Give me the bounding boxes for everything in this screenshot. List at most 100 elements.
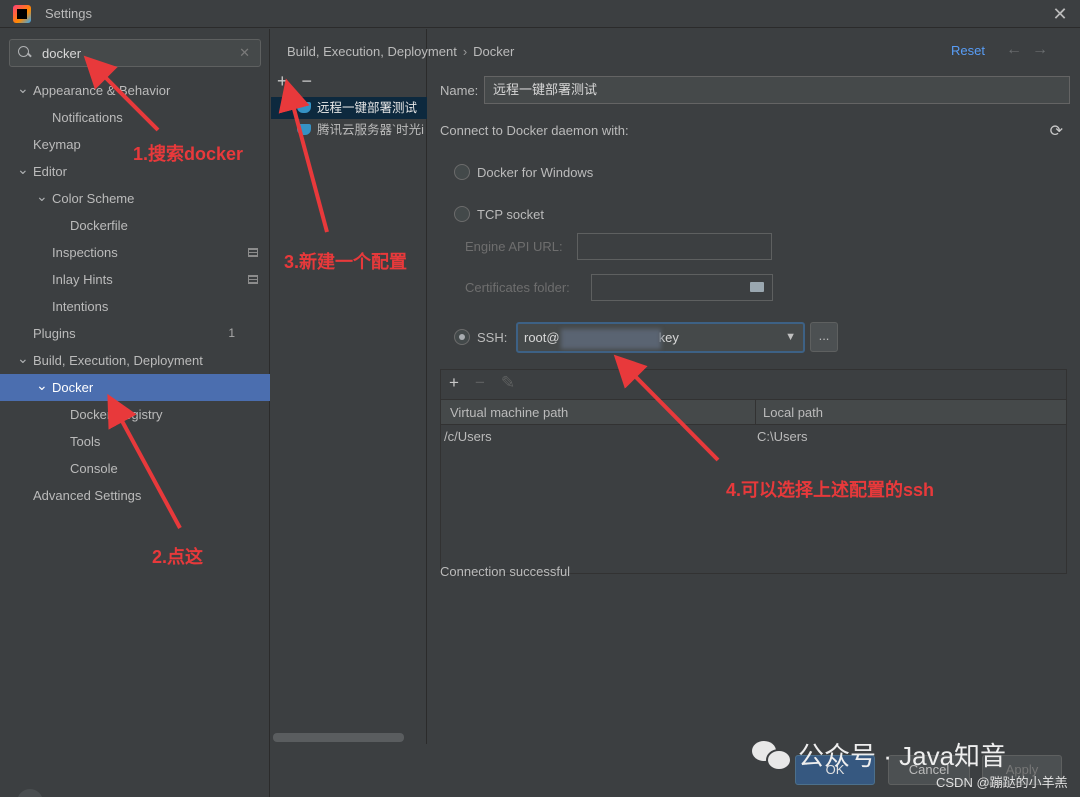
tree-item-build-execution-deployment[interactable]: ⌄ Build, Execution, Deployment (0, 347, 270, 374)
certificates-folder-label: Certificates folder: (465, 280, 570, 295)
tree-item-console[interactable]: Console (0, 455, 270, 482)
search-icon (18, 46, 32, 60)
wechat-watermark: 公众号 · Java知音 (752, 736, 1006, 773)
docker-settings-form: Build, Execution, Deployment › Docker Rese… (287, 29, 1080, 797)
table-cell-vm-path[interactable]: /c/Users (444, 429, 492, 444)
tree-item-label: Appearance & Behavior (33, 83, 171, 98)
chevron-down-icon[interactable]: ⌄ (36, 374, 48, 396)
horizontal-scrollbar[interactable] (273, 733, 404, 742)
breadcrumb-current: Docker (473, 44, 515, 59)
docker-config-label: 腾讯云服务器`时光i (317, 123, 424, 137)
remove-config-icon[interactable]: − (302, 71, 313, 91)
tree-item-tools[interactable]: Tools (0, 428, 270, 455)
ssh-value-suffix: key (658, 330, 679, 345)
ssh-browse-button[interactable]: ... (810, 322, 838, 352)
mappings-toolbar: + − ✎ (449, 373, 515, 393)
csdn-watermark: CSDN @蹦跶的小羊羔 (936, 775, 1068, 790)
back-arrow-icon[interactable]: ← (1006, 41, 1032, 58)
certificates-folder-field[interactable] (591, 274, 773, 301)
annotation-2: 2.点这 (152, 547, 204, 567)
radio-ssh[interactable] (454, 329, 470, 345)
tcp-socket-label: TCP socket (477, 207, 544, 222)
tree-item-label: Intentions (52, 299, 109, 314)
tree-item-label: Editor (33, 164, 67, 179)
connection-status: Connection successful (440, 564, 571, 579)
tree-item-label: Notifications (52, 110, 123, 125)
breadcrumb-separator: › (462, 44, 468, 59)
tree-item-label: Docker (52, 380, 94, 395)
tree-item-appearance-behavior[interactable]: ⌄ Appearance & Behavior (0, 77, 270, 104)
chevron-down-icon[interactable]: ⌄ (17, 347, 29, 369)
reset-link[interactable]: Reset (951, 43, 985, 58)
chevron-down-icon[interactable]: ⌄ (17, 77, 29, 99)
docker-config-panel: + − 远程一键部署测试 腾讯云服务器`时光i (271, 29, 427, 744)
search-input[interactable]: docker ✕ (9, 39, 261, 67)
help-icon[interactable]: ? (17, 789, 43, 797)
docker-for-windows-label: Docker for Windows (477, 165, 594, 180)
tree-item-label: Keymap (33, 137, 81, 152)
chevron-down-icon[interactable]: ▼ (785, 324, 796, 351)
docker-config-item[interactable]: 腾讯云服务器`时光i (271, 119, 427, 141)
tree-item-docker[interactable]: ⌄ Docker (0, 374, 270, 401)
tree-item-dockerfile[interactable]: Dockerfile (0, 212, 270, 239)
tree-item-label: Build, Execution, Deployment (33, 353, 203, 368)
tree-item-intentions[interactable]: Intentions (0, 293, 270, 320)
add-config-icon[interactable]: + (277, 71, 288, 91)
table-header: Virtual machine path Local path (441, 399, 1066, 425)
refresh-icon[interactable]: ⟳ (1050, 121, 1063, 141)
title-bar: Settings ✕ (0, 0, 1080, 28)
close-icon[interactable]: ✕ (1048, 2, 1072, 26)
tree-item-label: Tools (70, 434, 101, 449)
column-header-local-path[interactable]: Local path (763, 400, 823, 425)
tree-item-label: Color Scheme (52, 191, 135, 206)
tree-item-docker-registry[interactable]: Docker Registry (0, 401, 270, 428)
nav-arrows: ←→ (1006, 41, 1058, 59)
docker-config-item[interactable]: 远程一键部署测试 (271, 97, 427, 119)
column-header-vm-path[interactable]: Virtual machine path (450, 400, 568, 425)
engine-api-url-field[interactable] (577, 233, 772, 260)
tree-item-plugins[interactable]: Plugins 1 (0, 320, 270, 347)
docker-config-label: 远程一键部署测试 (317, 101, 418, 115)
window-title: Settings (45, 6, 92, 21)
breadcrumb-parent: Build, Execution, Deployment (287, 44, 457, 59)
project-scope-icon (248, 248, 258, 257)
table-cell-local-path[interactable]: C:\Users (757, 429, 808, 444)
tree-item-inspections[interactable]: Inspections (0, 239, 270, 266)
tree-item-notifications[interactable]: Notifications (0, 104, 270, 131)
ssh-value-prefix: root@ (524, 330, 560, 345)
connect-label: Connect to Docker daemon with: (440, 123, 629, 138)
column-divider (755, 400, 756, 425)
annotation-4: 4.可以选择上述配置的ssh (726, 480, 935, 500)
annotation-3: 3.新建一个配置 (284, 252, 408, 272)
path-mappings-table: + − ✎ Virtual machine path Local path /c… (440, 369, 1067, 574)
tree-item-label: Console (70, 461, 118, 476)
docker-icon (297, 124, 311, 135)
name-field[interactable]: 远程一键部署测试 (484, 76, 1070, 104)
docker-icon (297, 102, 311, 113)
tree-item-label: Inlay Hints (52, 272, 113, 287)
search-value[interactable]: docker (42, 46, 81, 61)
wechat-icon (752, 740, 792, 771)
tree-item-inlay-hints[interactable]: Inlay Hints (0, 266, 270, 293)
radio-tcp-socket[interactable] (454, 206, 470, 222)
clear-search-icon[interactable]: ✕ (239, 45, 250, 61)
folder-icon[interactable] (750, 282, 764, 292)
add-mapping-icon[interactable]: + (449, 373, 459, 393)
config-list: 远程一键部署测试 腾讯云服务器`时光i (271, 97, 427, 141)
engine-api-url-label: Engine API URL: (465, 239, 563, 254)
ssh-label: SSH: (477, 330, 508, 345)
annotation-1: 1.搜索docker (133, 144, 244, 164)
tree-item-label: Dockerfile (70, 218, 128, 233)
redacted-host (560, 328, 661, 349)
ssh-config-select[interactable]: root@ key ▼ (516, 322, 805, 353)
forward-arrow-icon[interactable]: → (1032, 41, 1058, 58)
chevron-down-icon[interactable]: ⌄ (17, 158, 29, 180)
radio-docker-for-windows[interactable] (454, 164, 470, 180)
tree-item-label: Inspections (52, 245, 118, 260)
tree-item-advanced-settings[interactable]: Advanced Settings (0, 482, 270, 509)
chevron-down-icon[interactable]: ⌄ (36, 185, 48, 207)
watermark-text: 公众号 · Java知音 (798, 741, 1007, 771)
breadcrumb: Build, Execution, Deployment › Docker (287, 44, 514, 59)
remove-mapping-icon: − (474, 373, 485, 392)
tree-item-color-scheme[interactable]: ⌄ Color Scheme (0, 185, 270, 212)
